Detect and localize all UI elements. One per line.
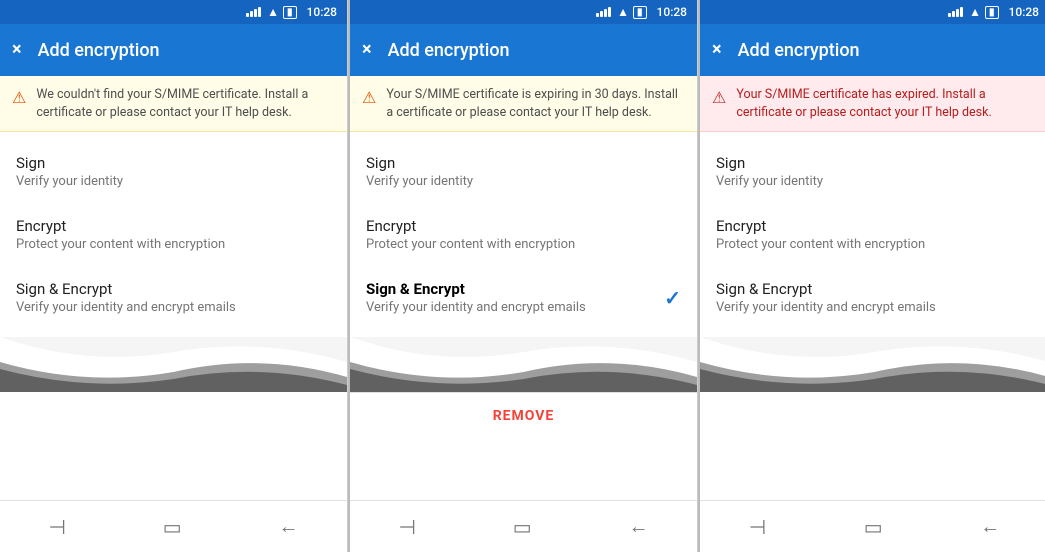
home-icon[interactable]: ▭ <box>513 515 532 539</box>
close-button[interactable]: × <box>362 41 372 59</box>
menu-item-title: Encrypt <box>16 217 331 235</box>
menu-item-subtitle: Verify your identity and encrypt emails <box>16 300 331 315</box>
menu-item-title: Sign & Encrypt <box>716 280 1033 298</box>
status-icons: ▲ ▮ 10:28 <box>246 5 337 19</box>
header-title: Add encryption <box>388 40 510 61</box>
app-header: × Add encryption <box>350 24 697 76</box>
alert-icon: ⚠ <box>12 87 26 109</box>
menu-item-subtitle: Verify your identity and encrypt emails <box>716 300 1033 315</box>
header-title: Add encryption <box>38 40 160 61</box>
alert-text: Your S/MIME certificate has expired. Ins… <box>736 86 1037 121</box>
menu-item-subtitle: Verify your identity <box>16 174 331 189</box>
alert-banner: ⚠ We couldn't find your S/MIME certifica… <box>0 76 347 132</box>
alert-text: Your S/MIME certificate is expiring in 3… <box>386 86 685 121</box>
menu-item-title: Sign & Encrypt <box>366 280 681 298</box>
close-button[interactable]: × <box>712 41 722 59</box>
wave-divider <box>0 337 347 392</box>
battery-icon: ▮ <box>633 6 647 19</box>
menu-item-3[interactable]: Sign & Encrypt Verify your identity and … <box>350 266 697 329</box>
wifi-icon: ▲ <box>617 5 629 19</box>
menu-item-2[interactable]: Encrypt Protect your content with encryp… <box>700 203 1045 266</box>
menu-item-subtitle: Protect your content with encryption <box>716 237 1033 252</box>
status-icons: ▲ ▮ 10:28 <box>948 5 1039 19</box>
mobile-signal-icon <box>948 7 963 17</box>
menu-item-subtitle: Verify your identity <box>716 174 1033 189</box>
menu-item-subtitle: Protect your content with encryption <box>16 237 331 252</box>
back-icon[interactable]: ← <box>980 514 1000 539</box>
menu-item-3[interactable]: Sign & Encrypt Verify your identity and … <box>0 266 347 329</box>
spacer <box>700 392 1045 500</box>
menu-item-title: Sign <box>366 154 681 172</box>
wave-divider <box>700 337 1045 392</box>
wave-svg <box>0 337 347 392</box>
wave-svg <box>350 337 697 392</box>
time-display: 10:28 <box>657 5 687 19</box>
home-icon[interactable]: ▭ <box>864 515 883 539</box>
menu-item-2[interactable]: Encrypt Protect your content with encryp… <box>0 203 347 266</box>
menu-list: Sign Verify your identity Encrypt Protec… <box>700 132 1045 337</box>
status-bar: ▲ ▮ 10:28 <box>700 0 1045 24</box>
alert-banner: ⚠ Your S/MIME certificate is expiring in… <box>350 76 697 132</box>
menu-item-title: Sign <box>716 154 1033 172</box>
menu-list: Sign Verify your identity Encrypt Protec… <box>0 132 347 337</box>
back-icon[interactable]: ← <box>629 514 649 539</box>
recent-apps-icon[interactable]: ⊣ <box>398 515 415 539</box>
alert-banner: ⚠ Your S/MIME certificate has expired. I… <box>700 76 1045 132</box>
menu-item-3[interactable]: Sign & Encrypt Verify your identity and … <box>700 266 1045 329</box>
wifi-icon: ▲ <box>969 5 981 19</box>
battery-icon: ▮ <box>985 6 999 19</box>
remove-button[interactable]: REMOVE <box>493 408 555 424</box>
recent-apps-icon[interactable]: ⊣ <box>749 515 766 539</box>
menu-item-1[interactable]: Sign Verify your identity <box>350 140 697 203</box>
bottom-nav: ⊣ ▭ ← <box>700 500 1045 552</box>
mobile-signal-icon <box>596 7 611 17</box>
menu-list: Sign Verify your identity Encrypt Protec… <box>350 132 697 337</box>
menu-item-subtitle: Verify your identity and encrypt emails <box>366 300 681 315</box>
menu-item-1[interactable]: Sign Verify your identity <box>700 140 1045 203</box>
header-title: Add encryption <box>738 40 860 61</box>
wave-svg <box>700 337 1045 392</box>
home-icon[interactable]: ▭ <box>163 515 182 539</box>
menu-item-title: Sign <box>16 154 331 172</box>
phone-panel-1: ▲ ▮ 10:28 × Add encryption ⚠ We couldn't… <box>0 0 348 552</box>
mobile-signal-icon <box>246 7 261 17</box>
spacer <box>0 392 347 500</box>
app-header: × Add encryption <box>700 24 1045 76</box>
bottom-nav: ⊣ ▭ ← <box>350 500 697 552</box>
back-icon[interactable]: ← <box>279 514 299 539</box>
recent-apps-icon[interactable]: ⊣ <box>48 515 65 539</box>
menu-item-title: Encrypt <box>366 217 681 235</box>
status-bar: ▲ ▮ 10:28 <box>0 0 347 24</box>
app-header: × Add encryption <box>0 24 347 76</box>
alert-icon: ⚠ <box>362 87 376 109</box>
phone-panel-3: ▲ ▮ 10:28 × Add encryption ⚠ Your S/MIME… <box>700 0 1045 552</box>
bottom-nav: ⊣ ▭ ← <box>0 500 347 552</box>
checkmark-icon: ✓ <box>664 286 681 310</box>
remove-section: REMOVE <box>350 392 697 436</box>
menu-item-2[interactable]: Encrypt Protect your content with encryp… <box>350 203 697 266</box>
menu-item-title: Encrypt <box>716 217 1033 235</box>
time-display: 10:28 <box>307 5 337 19</box>
time-display: 10:28 <box>1009 5 1039 19</box>
alert-text: We couldn't find your S/MIME certificate… <box>36 86 335 121</box>
phone-panel-2: ▲ ▮ 10:28 × Add encryption ⚠ Your S/MIME… <box>350 0 698 552</box>
wave-divider <box>350 337 697 392</box>
status-icons: ▲ ▮ 10:28 <box>596 5 687 19</box>
spacer <box>350 436 697 500</box>
menu-item-subtitle: Protect your content with encryption <box>366 237 681 252</box>
alert-icon: ⚠ <box>712 87 726 109</box>
menu-item-title: Sign & Encrypt <box>16 280 331 298</box>
status-bar: ▲ ▮ 10:28 <box>350 0 697 24</box>
menu-item-1[interactable]: Sign Verify your identity <box>0 140 347 203</box>
wifi-icon: ▲ <box>267 5 279 19</box>
menu-item-subtitle: Verify your identity <box>366 174 681 189</box>
close-button[interactable]: × <box>12 41 22 59</box>
battery-icon: ▮ <box>283 6 297 19</box>
